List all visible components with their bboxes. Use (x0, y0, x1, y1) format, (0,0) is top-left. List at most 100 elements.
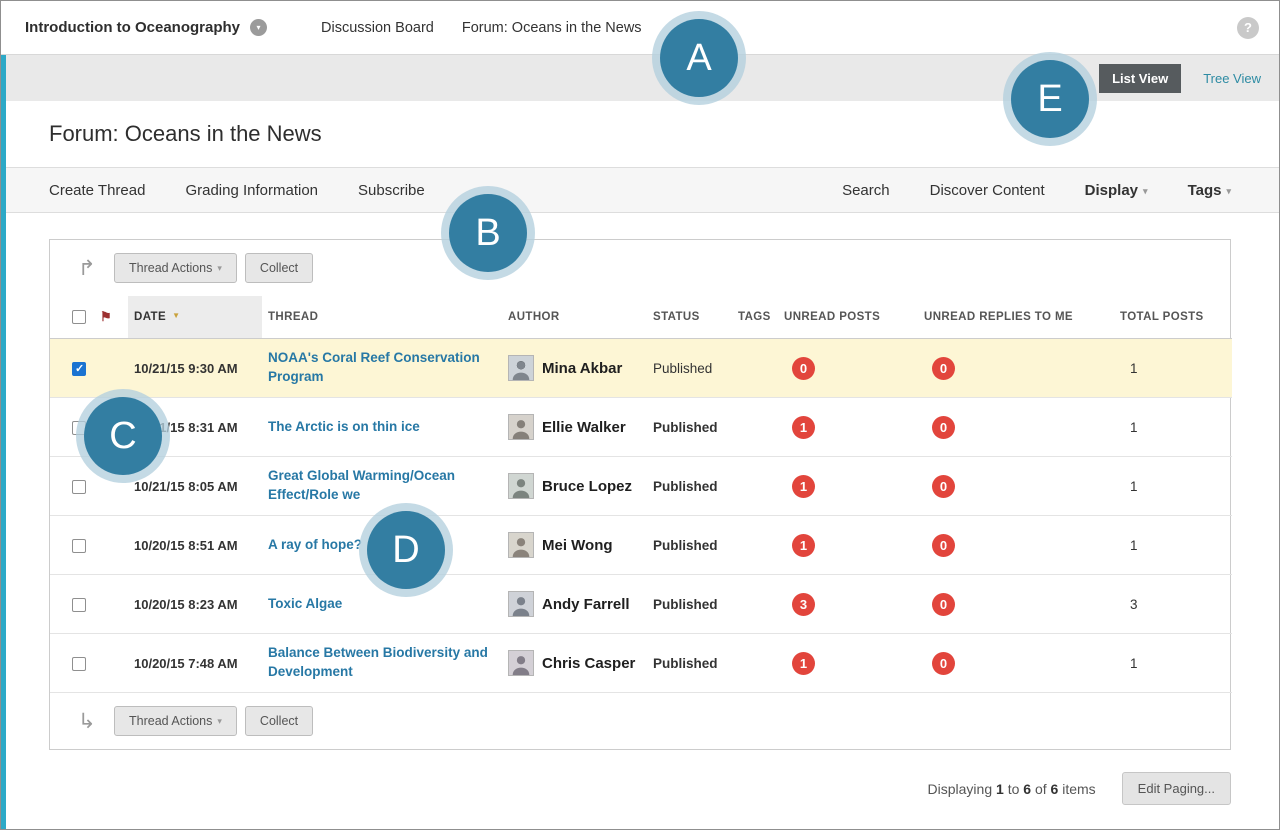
action-bar-left: Create Thread Grading Information Subscr… (49, 182, 425, 199)
flag-column-header[interactable]: ⚑ (94, 296, 128, 339)
column-header-tags[interactable]: TAGS (732, 296, 778, 339)
thread-cell: Great Global Warming/Ocean Effect/Role w… (262, 457, 502, 516)
tags-cell (732, 634, 778, 693)
toolbar-bottom: ↳ Thread Actions▾ Collect (50, 693, 1230, 749)
tags-cell (732, 516, 778, 575)
unread-replies-cell: 0 (918, 398, 1114, 457)
list-view-button[interactable]: List View (1099, 64, 1181, 93)
collect-button[interactable]: Collect (245, 253, 313, 283)
thread-cell: Balance Between Biodiversity and Develop… (262, 634, 502, 693)
callout-b: B (449, 194, 527, 272)
thread-date: 10/20/15 8:51 AM (128, 516, 262, 575)
row-checkbox[interactable] (72, 657, 86, 671)
thread-date: 10/20/15 8:23 AM (128, 575, 262, 634)
thread-link[interactable]: The Arctic is on thin ice (268, 418, 420, 437)
unread-replies-badge[interactable]: 0 (932, 357, 955, 380)
column-header-unread-posts[interactable]: UNREAD POSTS (778, 296, 918, 339)
page-title-area: Forum: Oceans in the News (1, 101, 1279, 167)
chevron-down-icon: ▾ (217, 263, 222, 273)
unread-posts-badge[interactable]: 3 (792, 593, 815, 616)
date-header-label: DATE (134, 311, 166, 323)
help-icon[interactable]: ? (1237, 17, 1259, 39)
row-checkbox-cell (50, 457, 94, 516)
row-checkbox-cell (50, 575, 94, 634)
row-flag-cell (94, 339, 128, 398)
unread-replies-cell: 0 (918, 457, 1114, 516)
display-menu-button[interactable]: Display▾ (1085, 182, 1148, 199)
unread-posts-badge[interactable]: 1 (792, 652, 815, 675)
unread-posts-badge[interactable]: 1 (792, 475, 815, 498)
thread-date: 10/21/15 9:30 AM (128, 339, 262, 398)
course-menu-chevron-icon[interactable]: ▾ (250, 19, 267, 36)
tags-cell (732, 398, 778, 457)
row-checkbox[interactable] (72, 598, 86, 612)
callout-d: D (367, 511, 445, 589)
select-all-checkbox[interactable] (72, 310, 86, 324)
unread-posts-badge[interactable]: 1 (792, 416, 815, 439)
column-header-status[interactable]: STATUS (647, 296, 732, 339)
discover-content-button[interactable]: Discover Content (930, 182, 1045, 199)
blackboard-forum-screen: Introduction to Oceanography ▾ Discussio… (0, 0, 1280, 830)
page-title: Forum: Oceans in the News (49, 121, 322, 147)
unread-replies-badge[interactable]: 0 (932, 534, 955, 557)
content-area: ↱ Thread Actions ▾ Collect ⚑ DATE▼ THREAD… (1, 213, 1279, 805)
author-cell: Ellie Walker (502, 398, 647, 457)
unread-posts-cell: 1 (778, 516, 918, 575)
total-posts: 1 (1114, 634, 1232, 693)
branch-arrow-up-icon: ↱ (78, 258, 102, 279)
thread-actions-label: Thread Actions (129, 714, 212, 728)
thread-link[interactable]: Toxic Algae (268, 595, 342, 614)
thread-actions-button[interactable]: Thread Actions▾ (114, 706, 237, 736)
paging-from: 1 (996, 781, 1004, 797)
author-name: Mei Wong (542, 537, 613, 554)
unread-posts-badge[interactable]: 0 (792, 357, 815, 380)
grading-information-button[interactable]: Grading Information (185, 182, 318, 199)
thread-link[interactable]: NOAA's Coral Reef Conservation Program (268, 349, 494, 387)
row-flag-cell (94, 575, 128, 634)
thread-status: Published (647, 339, 732, 398)
column-header-author[interactable]: AUTHOR (502, 296, 647, 339)
course-title: Introduction to Oceanography (25, 19, 240, 36)
column-header-unread-replies[interactable]: UNREAD REPLIES TO ME (918, 296, 1114, 339)
tags-label: Tags (1188, 182, 1222, 199)
table-row: 10/21/15 9:30 AM NOAA's Coral Reef Conse… (50, 339, 1232, 398)
thread-date: 10/20/15 7:48 AM (128, 634, 262, 693)
total-posts: 3 (1114, 575, 1232, 634)
author-cell: Bruce Lopez (502, 457, 647, 516)
thread-actions-label: Thread Actions (129, 261, 212, 275)
collect-button[interactable]: Collect (245, 706, 313, 736)
unread-posts-badge[interactable]: 1 (792, 534, 815, 557)
tree-view-link[interactable]: Tree View (1203, 71, 1261, 86)
thread-list-box: ↱ Thread Actions ▾ Collect ⚑ DATE▼ THREAD… (49, 239, 1231, 750)
search-button[interactable]: Search (842, 182, 890, 199)
tags-cell (732, 339, 778, 398)
unread-replies-badge[interactable]: 0 (932, 475, 955, 498)
unread-replies-badge[interactable]: 0 (932, 652, 955, 675)
tags-menu-button[interactable]: Tags▾ (1188, 182, 1231, 199)
unread-posts-cell: 0 (778, 339, 918, 398)
thread-link[interactable]: Great Global Warming/Ocean Effect/Role w… (268, 467, 494, 505)
row-checkbox[interactable] (72, 480, 86, 494)
unread-replies-cell: 0 (918, 575, 1114, 634)
breadcrumb-discussion-board[interactable]: Discussion Board (321, 20, 434, 36)
column-header-total-posts[interactable]: TOTAL POSTS (1114, 296, 1232, 339)
thread-cell: NOAA's Coral Reef Conservation Program (262, 339, 502, 398)
unread-replies-badge[interactable]: 0 (932, 593, 955, 616)
subscribe-button[interactable]: Subscribe (358, 182, 425, 199)
unread-replies-cell: 0 (918, 634, 1114, 693)
edit-paging-button[interactable]: Edit Paging... (1122, 772, 1231, 805)
action-bar: Create Thread Grading Information Subscr… (1, 167, 1279, 213)
thread-status: Published (647, 457, 732, 516)
breadcrumb-forum: Forum: Oceans in the News (462, 20, 642, 36)
table-row: 10/20/15 8:23 AM Toxic Algae Andy Farrel… (50, 575, 1232, 634)
thread-actions-button[interactable]: Thread Actions ▾ (114, 253, 237, 283)
row-checkbox[interactable] (72, 539, 86, 553)
thread-link[interactable]: Balance Between Biodiversity and Develop… (268, 644, 494, 682)
column-header-date[interactable]: DATE▼ (128, 296, 262, 339)
row-checkbox[interactable] (72, 362, 86, 376)
column-header-thread[interactable]: THREAD (262, 296, 502, 339)
create-thread-button[interactable]: Create Thread (49, 182, 145, 199)
unread-replies-badge[interactable]: 0 (932, 416, 955, 439)
thread-link[interactable]: A ray of hope? (268, 536, 362, 555)
breadcrumb: Discussion Board Forum: Oceans in the Ne… (321, 20, 642, 36)
